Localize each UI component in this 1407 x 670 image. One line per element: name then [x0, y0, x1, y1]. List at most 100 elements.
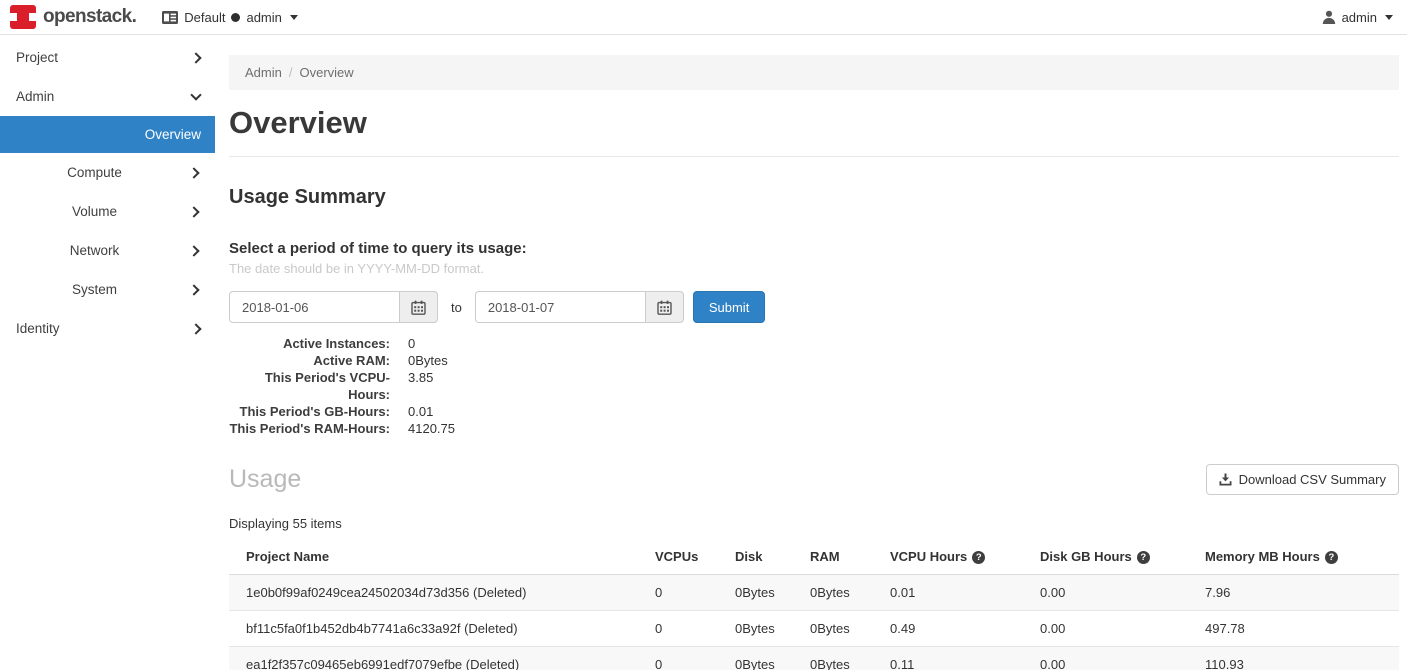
table-row: ea1f2f357c09465eb6991edf7079efbe (Delete… — [229, 647, 1399, 670]
sidebar-nav: Project Admin Overview Compute Volume Ne… — [0, 35, 215, 670]
breadcrumb-separator: / — [289, 65, 293, 80]
user-name: admin — [1342, 10, 1377, 25]
help-icon[interactable]: ? — [1325, 551, 1338, 564]
sidebar-item-identity[interactable]: Identity — [0, 309, 215, 348]
sidebar-item-admin[interactable]: Admin — [0, 77, 215, 116]
stat-ram-hours: This Period's RAM-Hours: 4120.75 — [229, 420, 1399, 437]
sidebar-item-label: Compute — [0, 165, 215, 180]
sidebar-item-compute[interactable]: Compute — [0, 153, 215, 192]
cell-disk: 0Bytes — [725, 575, 800, 611]
breadcrumb: Admin / Overview — [229, 55, 1399, 90]
sidebar-item-label: Identity — [16, 321, 60, 336]
cell-ram: 0Bytes — [800, 575, 880, 611]
cell-vcpus: 0 — [645, 611, 725, 647]
calendar-icon — [657, 300, 672, 315]
user-icon — [1322, 10, 1336, 24]
cell-memory-mb-hours: 497.78 — [1195, 611, 1399, 647]
stat-label: Active RAM: — [229, 352, 390, 369]
sidebar-item-label: System — [0, 282, 215, 297]
sidebar-item-label: Overview — [145, 127, 201, 142]
project-card-icon — [162, 11, 178, 24]
sidebar-item-network[interactable]: Network — [0, 231, 215, 270]
breadcrumb-admin[interactable]: Admin — [245, 65, 282, 80]
stat-label: This Period's RAM-Hours: — [229, 420, 390, 437]
date-from-calendar-addon[interactable] — [399, 291, 438, 323]
chevron-right-icon — [190, 52, 201, 63]
cell-disk: 0Bytes — [725, 611, 800, 647]
cell-disk-gb-hours: 0.00 — [1030, 611, 1195, 647]
date-to-calendar-addon[interactable] — [645, 291, 684, 323]
column-disk: Disk — [725, 540, 800, 575]
chevron-down-icon — [290, 15, 298, 20]
stat-gb-hours: This Period's GB-Hours: 0.01 — [229, 403, 1399, 420]
table-row: bf11c5fa0f1b452db4b7741a6c33a92f (Delete… — [229, 611, 1399, 647]
cell-vcpu-hours: 0.49 — [880, 611, 1030, 647]
stat-value: 0Bytes — [408, 352, 448, 369]
stat-label: Active Instances: — [229, 335, 390, 352]
chevron-down-icon — [190, 89, 201, 100]
date-range-prompt: Select a period of time to query its usa… — [229, 240, 1399, 257]
context-domain: Default — [184, 10, 225, 25]
sidebar-item-label: Project — [16, 50, 58, 65]
context-dot-icon — [231, 13, 240, 22]
cell-project-name: ea1f2f357c09465eb6991edf7079efbe (Delete… — [229, 647, 645, 670]
cell-ram: 0Bytes — [800, 647, 880, 670]
sidebar-item-overview-selected[interactable]: Overview — [0, 116, 215, 153]
usage-summary-heading: Usage Summary — [229, 186, 1399, 209]
column-memory-mb-hours: Memory MB Hours? — [1195, 540, 1399, 575]
cell-vcpus: 0 — [645, 647, 725, 670]
brand-wordmark: openstack. — [43, 6, 136, 28]
cell-memory-mb-hours: 7.96 — [1195, 575, 1399, 611]
stat-value: 0 — [408, 335, 415, 352]
usage-table: Project Name VCPUs Disk RAM VCPU Hours? … — [229, 540, 1399, 670]
chevron-right-icon — [190, 323, 201, 334]
submit-button[interactable]: Submit — [693, 291, 765, 323]
column-vcpus: VCPUs — [645, 540, 725, 575]
date-to-group — [475, 291, 684, 323]
date-from-group — [229, 291, 438, 323]
table-header-row: Project Name VCPUs Disk RAM VCPU Hours? … — [229, 540, 1399, 575]
date-format-hint: The date should be in YYYY-MM-DD format. — [229, 261, 1399, 276]
sidebar-item-label: Admin — [16, 89, 54, 104]
help-icon[interactable]: ? — [972, 551, 985, 564]
to-label: to — [451, 300, 462, 315]
cell-vcpu-hours: 0.01 — [880, 575, 1030, 611]
stat-vcpu-hours: This Period's VCPU-Hours: 3.85 — [229, 369, 1399, 403]
cell-project-name: 1e0b0f99af0249cea24502034d73d356 (Delete… — [229, 575, 645, 611]
context-switcher[interactable]: Default admin — [162, 10, 298, 25]
breadcrumb-current: Overview — [299, 65, 353, 80]
items-count: Displaying 55 items — [229, 516, 1399, 531]
table-row: 1e0b0f99af0249cea24502034d73d356 (Delete… — [229, 575, 1399, 611]
stat-active-ram: Active RAM: 0Bytes — [229, 352, 1399, 369]
column-label: Disk GB Hours — [1040, 549, 1132, 564]
openstack-brand[interactable]: openstack. — [10, 5, 136, 29]
column-disk-gb-hours: Disk GB Hours? — [1030, 540, 1195, 575]
cell-vcpu-hours: 0.11 — [880, 647, 1030, 670]
sidebar-item-project[interactable]: Project — [0, 38, 215, 77]
column-ram: RAM — [800, 540, 880, 575]
cell-disk-gb-hours: 0.00 — [1030, 647, 1195, 670]
stat-value: 4120.75 — [408, 420, 455, 437]
sidebar-item-volume[interactable]: Volume — [0, 192, 215, 231]
cell-disk: 0Bytes — [725, 647, 800, 670]
download-csv-button[interactable]: Download CSV Summary — [1206, 464, 1399, 495]
sidebar-item-system[interactable]: System — [0, 270, 215, 309]
date-from-input[interactable] — [229, 291, 399, 323]
date-to-input[interactable] — [475, 291, 645, 323]
top-navbar: openstack. Default admin admin — [0, 0, 1407, 35]
help-icon[interactable]: ? — [1137, 551, 1150, 564]
user-menu[interactable]: admin — [1322, 10, 1393, 25]
cell-project-name: bf11c5fa0f1b452db4b7741a6c33a92f (Delete… — [229, 611, 645, 647]
date-range-form: to Submit — [229, 291, 1399, 323]
stat-label: This Period's GB-Hours: — [229, 403, 390, 420]
usage-table-heading: Usage — [229, 465, 301, 494]
column-vcpu-hours: VCPU Hours? — [880, 540, 1030, 575]
cell-disk-gb-hours: 0.00 — [1030, 575, 1195, 611]
page-title: Overview — [229, 105, 1399, 141]
calendar-icon — [411, 300, 426, 315]
main-content: Admin / Overview Overview Usage Summary … — [215, 35, 1407, 670]
column-label: Memory MB Hours — [1205, 549, 1320, 564]
cell-ram: 0Bytes — [800, 611, 880, 647]
usage-stats: Active Instances: 0 Active RAM: 0Bytes T… — [229, 335, 1399, 437]
download-icon — [1219, 473, 1232, 486]
